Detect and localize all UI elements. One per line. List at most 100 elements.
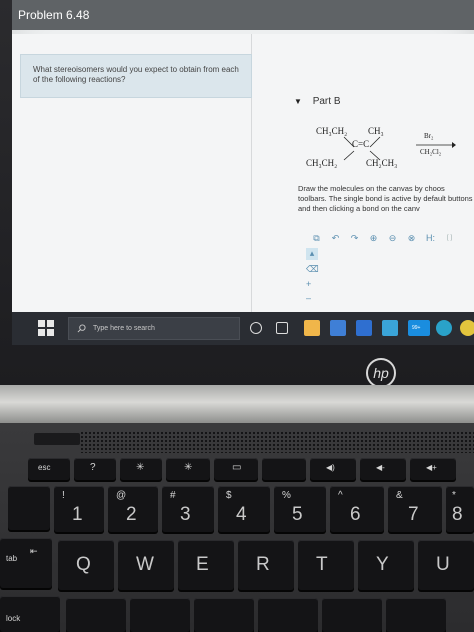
key-7-shift: & bbox=[396, 490, 403, 501]
key-8[interactable]: * 8 bbox=[446, 486, 474, 532]
info-icon[interactable]: [ ] bbox=[443, 232, 456, 245]
left-panel: What stereoisomers would you expect to o… bbox=[12, 34, 252, 312]
laptop-hinge bbox=[0, 385, 474, 423]
mail-icon[interactable]: 99+ bbox=[408, 320, 430, 336]
key-f1[interactable]: ? bbox=[74, 458, 116, 480]
question-text: What stereoisomers would you expect to o… bbox=[33, 65, 239, 84]
key-r-label: R bbox=[256, 554, 270, 575]
key-g[interactable] bbox=[322, 598, 382, 632]
reagent-bromine: Br₂ bbox=[424, 132, 434, 140]
file-explorer-icon[interactable] bbox=[304, 320, 320, 336]
key-f7[interactable]: ◀- bbox=[360, 458, 406, 480]
key-f5[interactable] bbox=[262, 458, 306, 480]
reaction-scheme: CH₃CH₂ CH₃ C=C CH₃CH₂ CH₂CH₃ Br₂ CH₂Cl₂ bbox=[302, 126, 474, 190]
page-title: Problem 6.48 bbox=[18, 8, 90, 22]
key-w[interactable]: W bbox=[118, 540, 174, 590]
key-8-shift: * bbox=[452, 490, 456, 501]
key-caps-lock-label: lock bbox=[6, 614, 21, 623]
key-e[interactable]: E bbox=[178, 540, 234, 590]
substituent-bottom-left: CH₃CH₂ bbox=[306, 158, 338, 168]
zoom-out-icon[interactable]: ⊖ bbox=[386, 232, 399, 245]
eraser-icon[interactable]: ⌫ bbox=[306, 264, 320, 275]
key-esc[interactable]: esc bbox=[28, 458, 70, 480]
substituent-bottom-right: CH₂CH₃ bbox=[366, 158, 398, 168]
key-5-shift: % bbox=[282, 490, 291, 501]
zoom-in-icon[interactable]: ⊕ bbox=[367, 232, 380, 245]
redo-icon[interactable]: ↷ bbox=[348, 232, 361, 245]
key-3[interactable]: # 3 bbox=[162, 486, 214, 532]
charge-plus-icon[interactable]: + bbox=[306, 279, 320, 289]
key-u[interactable]: U bbox=[418, 540, 474, 590]
key-q-label: Q bbox=[76, 554, 91, 575]
key-f2[interactable]: ✳ bbox=[120, 458, 162, 480]
part-label: Part B bbox=[312, 96, 341, 107]
key-caps-lock[interactable]: lock bbox=[0, 596, 60, 632]
key-f[interactable] bbox=[258, 598, 318, 632]
chrome-browser-icon[interactable] bbox=[460, 320, 474, 336]
zoom-reset-icon[interactable]: ⊗ bbox=[405, 232, 418, 245]
key-3-shift: # bbox=[170, 490, 176, 501]
key-f2-label: ✳ bbox=[136, 462, 145, 473]
key-f7-label: ◀- bbox=[376, 463, 385, 472]
charge-minus-icon[interactable]: – bbox=[306, 293, 320, 303]
edge-browser-icon[interactable] bbox=[436, 320, 452, 336]
key-7[interactable]: & 7 bbox=[388, 486, 442, 532]
windows-start-icon[interactable] bbox=[38, 320, 54, 336]
key-2-main: 2 bbox=[126, 504, 137, 525]
taskbar-search-input[interactable]: Type here to search bbox=[68, 317, 240, 340]
key-backtick[interactable] bbox=[8, 486, 50, 530]
key-a[interactable] bbox=[66, 598, 126, 632]
key-f3-label: ✳ bbox=[184, 462, 193, 473]
key-e-label: E bbox=[196, 554, 209, 575]
key-8-main: 8 bbox=[452, 504, 463, 525]
key-1[interactable]: ! 1 bbox=[54, 486, 104, 532]
key-y-label: Y bbox=[376, 554, 389, 575]
key-7-main: 7 bbox=[408, 504, 419, 525]
key-f6[interactable]: ◀) bbox=[310, 458, 356, 480]
key-f4[interactable]: ▭ bbox=[214, 458, 258, 480]
key-f3[interactable]: ✳ bbox=[166, 458, 210, 480]
reagent-solvent: CH₂Cl₂ bbox=[420, 148, 442, 156]
key-esc-label: esc bbox=[38, 463, 51, 472]
power-button[interactable] bbox=[34, 433, 80, 445]
select-tool-icon[interactable]: ▴ bbox=[306, 248, 318, 260]
notification-badge: 99+ bbox=[412, 325, 421, 331]
key-s[interactable] bbox=[130, 598, 190, 632]
question-box: What stereoisomers would you expect to o… bbox=[20, 54, 252, 98]
key-t[interactable]: T bbox=[298, 540, 354, 590]
key-1-shift: ! bbox=[62, 490, 65, 501]
instructions-text: Draw the molecules on the canvas by choo… bbox=[298, 184, 473, 213]
cortana-icon[interactable] bbox=[250, 322, 262, 334]
key-f6-label: ◀) bbox=[326, 463, 335, 472]
key-1-main: 1 bbox=[72, 504, 83, 525]
key-5-main: 5 bbox=[292, 504, 303, 525]
key-h[interactable] bbox=[386, 598, 446, 632]
key-4[interactable]: $ 4 bbox=[218, 486, 270, 532]
key-2[interactable]: @ 2 bbox=[108, 486, 158, 532]
key-tab[interactable]: tab ⇤ bbox=[0, 538, 52, 588]
drawing-toolbar: ⧉ ↶ ↷ ⊕ ⊖ ⊗ H: [ ] bbox=[310, 230, 474, 246]
key-6-main: 6 bbox=[350, 504, 361, 525]
key-u-label: U bbox=[436, 554, 450, 575]
key-d[interactable] bbox=[194, 598, 254, 632]
key-f4-label: ▭ bbox=[232, 462, 242, 473]
hp-logo-text: hp bbox=[373, 365, 389, 381]
key-f8[interactable]: ◀+ bbox=[410, 458, 456, 480]
undo-icon[interactable]: ↶ bbox=[329, 232, 342, 245]
key-6[interactable]: ^ 6 bbox=[330, 486, 384, 532]
key-y[interactable]: Y bbox=[358, 540, 414, 590]
task-view-icon[interactable] bbox=[276, 322, 288, 334]
key-r[interactable]: R bbox=[238, 540, 294, 590]
key-q[interactable]: Q bbox=[58, 540, 114, 590]
collapse-triangle-icon[interactable]: ▼ bbox=[294, 97, 302, 106]
copy-icon[interactable]: ⧉ bbox=[310, 232, 323, 245]
dropbox-icon[interactable] bbox=[356, 320, 372, 336]
key-tab-label: tab bbox=[6, 554, 18, 563]
hydrogen-toggle[interactable]: H: bbox=[424, 232, 437, 245]
store-icon[interactable] bbox=[330, 320, 346, 336]
part-b-header[interactable]: ▼ Part B bbox=[294, 96, 341, 107]
lightning-app-icon[interactable] bbox=[382, 320, 398, 336]
key-5[interactable]: % 5 bbox=[274, 486, 326, 532]
search-icon bbox=[77, 324, 86, 333]
hp-logo: hp bbox=[366, 358, 396, 388]
